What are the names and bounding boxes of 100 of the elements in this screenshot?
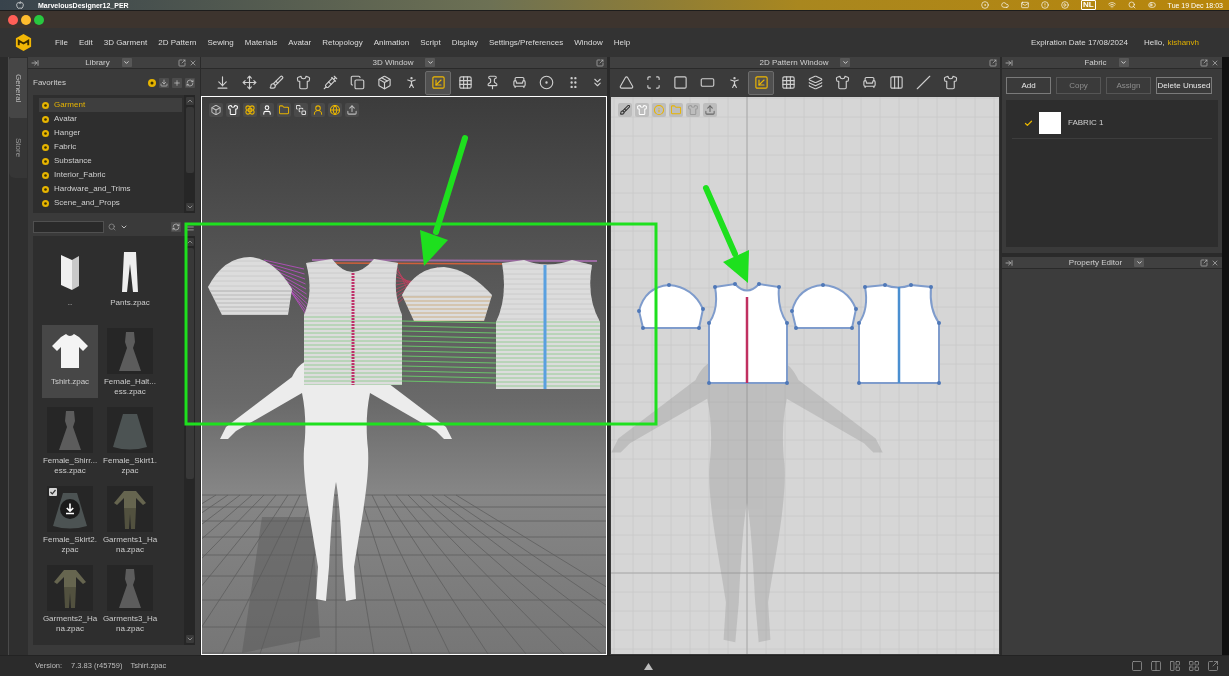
menu-item[interactable]: Settings/Preferences — [488, 37, 564, 48]
split-view-icon[interactable] — [1150, 660, 1162, 672]
library-item[interactable]: Garments3_Hana.zpac — [102, 562, 158, 635]
tree-item[interactable]: Hardware_and_Trims — [39, 182, 182, 196]
caret-down-icon[interactable] — [185, 635, 194, 643]
side-tab[interactable]: General — [9, 58, 27, 118]
tree-item[interactable]: Interior_Fabric — [39, 168, 182, 182]
dropdown-button[interactable] — [1118, 58, 1129, 67]
folder-icon[interactable] — [277, 103, 291, 117]
menu-item[interactable]: Animation — [373, 37, 410, 48]
library-item[interactable]: Female_Shirr...ess.zpac — [42, 404, 98, 477]
float-window-icon[interactable] — [989, 58, 997, 67]
color-swatch[interactable] — [1039, 112, 1061, 134]
float-window-icon[interactable] — [596, 58, 604, 67]
scrollbar-thumb[interactable] — [185, 248, 194, 479]
library-item[interactable]: Tshirt.zpac — [42, 325, 98, 398]
float-window-icon[interactable] — [1200, 58, 1208, 67]
mail-icon[interactable] — [1020, 1, 1029, 9]
dropdown-button[interactable] — [840, 58, 851, 67]
plus-icon[interactable] — [172, 78, 182, 88]
refresh-icon[interactable] — [185, 78, 195, 88]
dropdown-button[interactable] — [1134, 258, 1145, 267]
window-zoom-button[interactable] — [34, 14, 44, 25]
tree-item[interactable]: Hanger — [39, 126, 182, 140]
library-item[interactable]: Garments1_Hana.zpac — [102, 483, 158, 556]
float-window-icon[interactable] — [1200, 258, 1208, 267]
pin-arrow-icon[interactable] — [1005, 258, 1013, 267]
tree-item[interactable]: Avatar — [39, 112, 182, 126]
user-icon[interactable] — [311, 103, 325, 117]
menu-item[interactable]: Help — [613, 37, 631, 48]
scrollbar[interactable] — [184, 236, 195, 645]
tree-item[interactable]: Garment — [39, 98, 182, 112]
dropdown-button[interactable] — [121, 58, 132, 67]
menu-item[interactable]: Materials — [244, 37, 278, 48]
scrollbar[interactable] — [184, 95, 195, 213]
library-item[interactable]: Pants.zpac — [102, 246, 158, 319]
box-icon[interactable] — [209, 103, 223, 117]
tool-button[interactable] — [425, 70, 451, 95]
tree-item[interactable]: Scene_and_Props — [39, 196, 182, 210]
download-icon[interactable] — [60, 499, 80, 519]
window-close-button[interactable] — [8, 14, 18, 25]
tool-button[interactable] — [748, 70, 774, 95]
close-icon[interactable] — [1211, 258, 1219, 267]
library-item[interactable]: Female_Skirt1.zpac — [102, 404, 158, 477]
toggle-icon[interactable] — [1147, 1, 1156, 9]
tree-item[interactable]: Substance — [39, 154, 182, 168]
menu-item[interactable]: Avatar — [288, 37, 312, 48]
panel-layout-icon[interactable] — [1169, 660, 1181, 672]
menu-item[interactable]: Display — [451, 37, 478, 48]
upload-icon[interactable] — [345, 103, 359, 117]
search-field[interactable] — [33, 220, 104, 233]
badge-icon[interactable] — [148, 79, 156, 87]
fabric-name[interactable]: FABRIC 1 — [1068, 117, 1104, 129]
stack-icon[interactable] — [294, 103, 308, 117]
window-minimize-button[interactable] — [21, 14, 31, 25]
sleeve-pattern-piece[interactable] — [790, 283, 858, 330]
caret-up-icon[interactable] — [185, 238, 194, 246]
dropdown-button[interactable] — [425, 58, 436, 67]
close-icon[interactable] — [1211, 58, 1219, 67]
search-icon[interactable] — [108, 222, 116, 231]
sleeve-pattern-piece[interactable] — [637, 283, 705, 330]
refresh-icon[interactable] — [171, 221, 181, 232]
flower-icon[interactable] — [243, 103, 257, 117]
brush-icon[interactable] — [618, 103, 632, 117]
library-item[interactable]: Female_Halt...ess.zpac — [102, 325, 158, 398]
fabric-action-button[interactable]: Delete Unused — [1156, 77, 1212, 94]
menu-item[interactable]: Window — [574, 37, 603, 48]
user-name[interactable]: kishanvh — [1167, 37, 1199, 48]
menu-item[interactable]: File — [55, 37, 68, 48]
apple-icon[interactable] — [16, 1, 24, 9]
library-item[interactable]: Female_Skirt2.zpac — [42, 483, 98, 556]
detach-view-icon[interactable] — [1207, 660, 1219, 672]
shirt-icon[interactable] — [226, 103, 240, 117]
sleeve-piece[interactable] — [208, 257, 292, 315]
globe-icon[interactable] — [328, 103, 342, 117]
fabric-action-button[interactable]: Add — [1006, 77, 1051, 94]
caret-up-icon[interactable] — [644, 662, 654, 670]
library-item[interactable]: Garments2_Hana.zpac — [42, 562, 98, 635]
pin-arrow-icon[interactable] — [1005, 58, 1013, 67]
upload-icon[interactable] — [703, 103, 717, 117]
side-tab[interactable]: Store — [9, 118, 27, 178]
float-window-icon[interactable] — [178, 58, 186, 67]
pin-arrow-icon[interactable] — [31, 58, 39, 67]
caret-down-icon[interactable] — [185, 203, 194, 211]
user-icon[interactable] — [260, 103, 274, 117]
front-pattern-piece[interactable] — [707, 282, 789, 385]
menu-item[interactable]: 3D Garment — [103, 37, 148, 48]
menu-item[interactable]: Sewing — [207, 37, 234, 48]
grid-layout-icon[interactable] — [1188, 660, 1200, 672]
close-icon[interactable] — [189, 58, 197, 67]
library-item[interactable]: .. — [42, 246, 98, 319]
tree-item[interactable]: Fabric — [39, 140, 182, 154]
menu-item[interactable]: Edit — [78, 37, 93, 48]
menu-item[interactable]: 2D Pattern — [158, 37, 197, 48]
menu-item[interactable]: Script — [420, 37, 441, 48]
menu-item[interactable]: Retopology — [322, 37, 363, 48]
caret-up-icon[interactable] — [185, 97, 194, 105]
single-view-icon[interactable] — [1131, 660, 1143, 672]
back-bodice-piece[interactable] — [496, 260, 600, 389]
sleeve-piece[interactable] — [402, 267, 492, 321]
